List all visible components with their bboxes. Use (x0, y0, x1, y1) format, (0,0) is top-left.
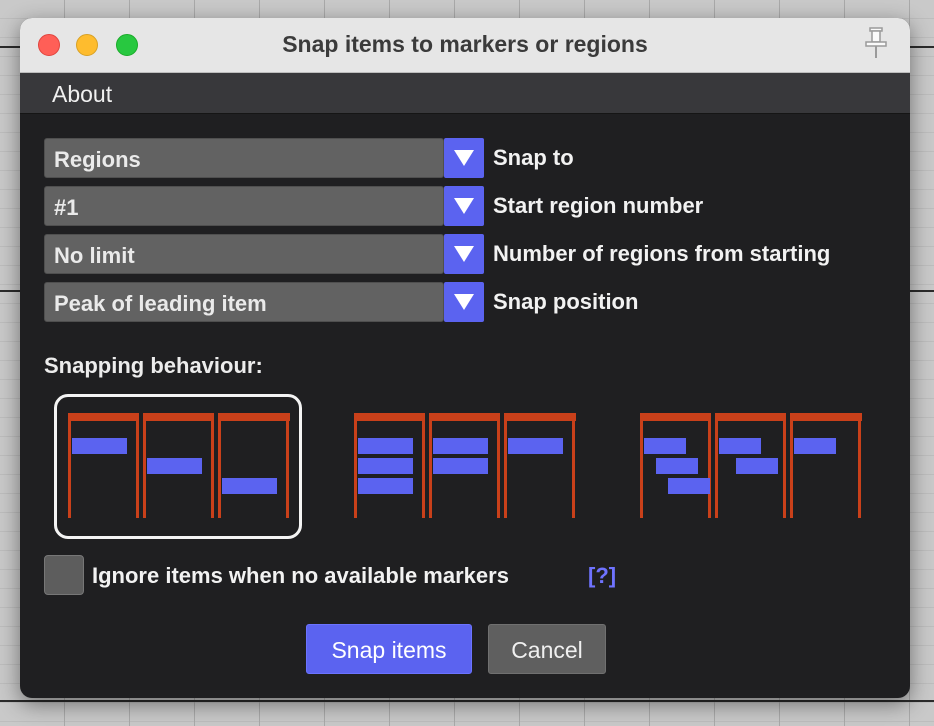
title-bar[interactable]: Snap items to markers or regions (20, 18, 910, 73)
triangle-down-icon (454, 198, 474, 214)
snap-position-select[interactable]: Peak of leading item (44, 282, 444, 322)
region-count-select[interactable]: No limit (44, 234, 444, 274)
snap-position-value: Peak of leading item (54, 291, 267, 316)
snap-to-label: Snap to (493, 145, 574, 170)
snap-position-dropdown-button[interactable] (444, 282, 484, 322)
behaviour-option-cascade[interactable] (626, 394, 876, 539)
region-count-dropdown-button[interactable] (444, 234, 484, 274)
snapping-behaviour-label: Snapping behaviour: (44, 353, 263, 378)
region-count-value: No limit (54, 243, 135, 268)
start-region-dropdown-button[interactable] (444, 186, 484, 226)
start-region-value: #1 (54, 195, 79, 220)
ignore-items-checkbox[interactable] (44, 555, 84, 595)
ignore-items-help-link[interactable]: [?] (588, 563, 616, 589)
region-count-label: Number of regions from starting (493, 241, 831, 266)
snap-position-label: Snap position (493, 289, 639, 314)
pin-icon[interactable] (862, 24, 890, 64)
triangle-down-icon (454, 294, 474, 310)
snap-to-value: Regions (54, 147, 141, 172)
ignore-items-label[interactable]: Ignore items when no available markers (92, 563, 509, 589)
menu-bar: About (20, 73, 910, 114)
start-region-select[interactable]: #1 (44, 186, 444, 226)
start-region-label: Start region number (493, 193, 704, 218)
snap-dialog-window: Snap items to markers or regions About R… (20, 18, 910, 698)
triangle-down-icon (454, 150, 474, 166)
window-title: Snap items to markers or regions (282, 31, 648, 57)
snap-items-button[interactable]: Snap items (306, 624, 472, 674)
triangle-down-icon (454, 246, 474, 262)
snap-to-dropdown-button[interactable] (444, 138, 484, 178)
behaviour-option-stacked[interactable] (340, 394, 590, 539)
background-ruler-line (0, 700, 934, 702)
behaviour-selection-frame (54, 394, 302, 539)
cancel-button[interactable]: Cancel (488, 624, 606, 674)
menu-item-about[interactable]: About (52, 81, 112, 108)
snap-to-select[interactable]: Regions (44, 138, 444, 178)
